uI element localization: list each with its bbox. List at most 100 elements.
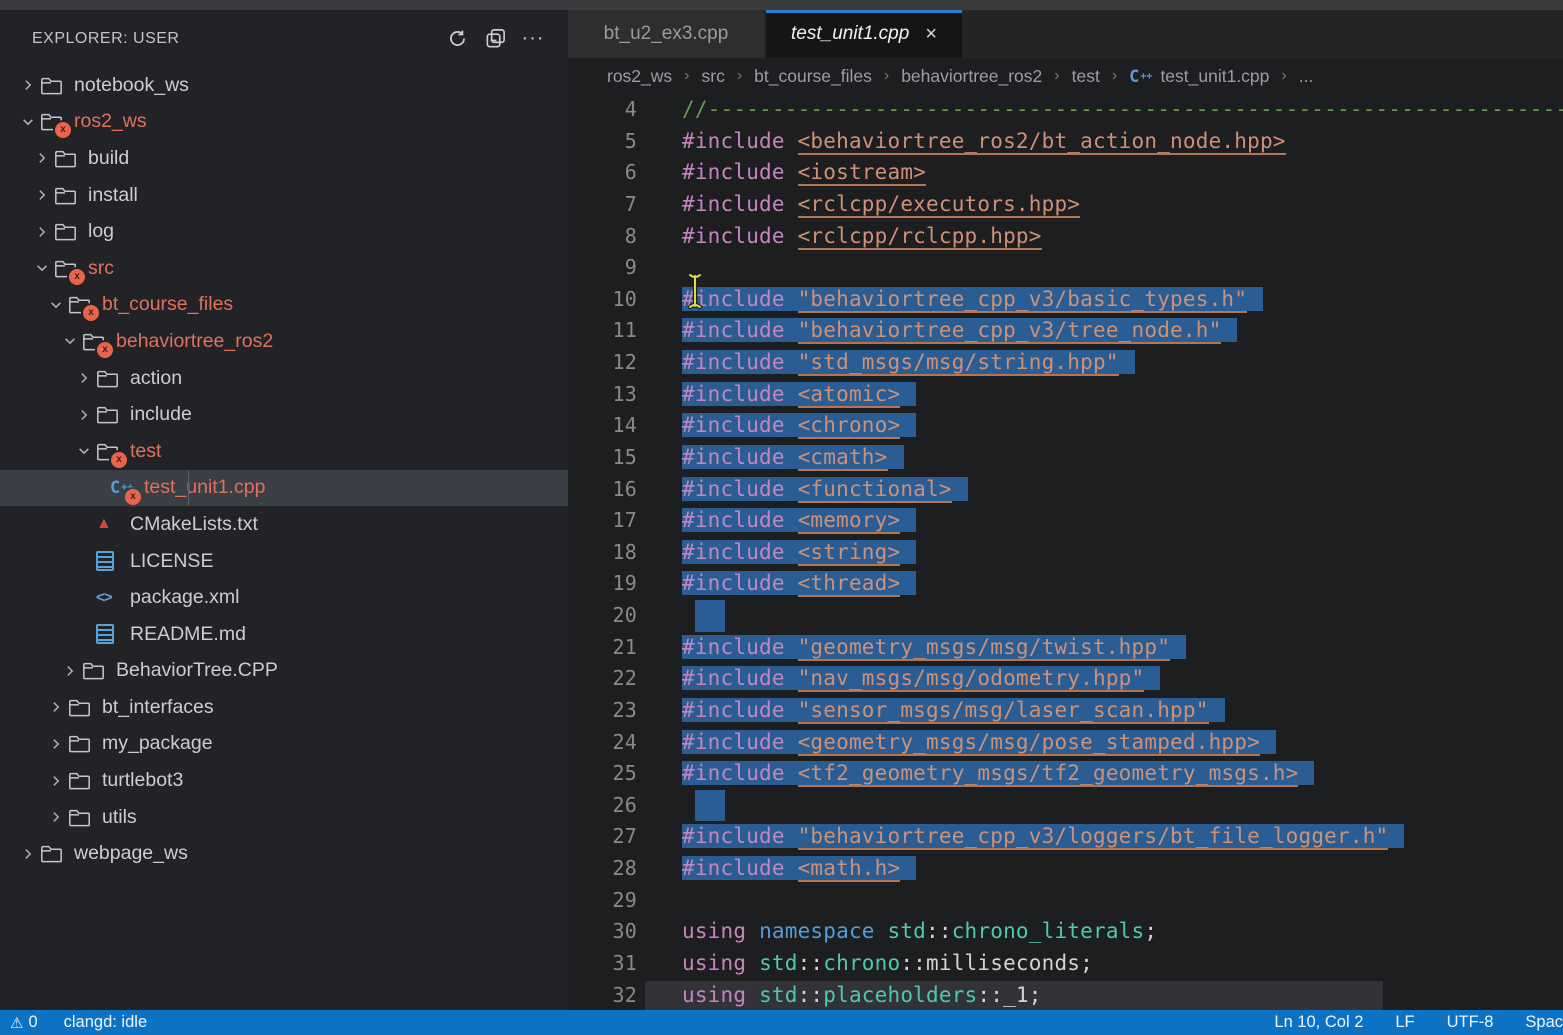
code-line-12[interactable]: 12#include "std_msgs/msg/string.hpp"	[568, 347, 1563, 379]
code-line-9[interactable]: 9	[568, 252, 1563, 284]
breadcrumb-item-test[interactable]: test	[1072, 66, 1100, 87]
code-line-15[interactable]: 15#include <cmath>	[568, 442, 1563, 474]
code-token: <tf2_geometry_msgs/tf2_geometry_msgs.h>	[798, 761, 1299, 787]
chevron-right-icon[interactable]	[30, 225, 54, 239]
chevron-right-icon[interactable]	[44, 810, 68, 824]
code-line-11[interactable]: 11#include "behaviortree_cpp_v3/tree_nod…	[568, 315, 1563, 347]
chevron-down-icon[interactable]	[16, 115, 40, 129]
tree-item-log[interactable]: log	[0, 213, 568, 250]
chevron-down-icon[interactable]	[30, 261, 54, 275]
code-editor[interactable]: 4//-------------------------------------…	[568, 94, 1563, 1010]
tree-item-package-xml[interactable]: <>package.xml	[0, 579, 568, 616]
status-item-utf-8[interactable]: UTF-8	[1447, 1013, 1494, 1032]
chevron-right-icon[interactable]	[72, 371, 96, 385]
tree-item-cmakelists-txt[interactable]: ▲CMakeLists.txt	[0, 506, 568, 543]
code-line-13[interactable]: 13#include <atomic>	[568, 379, 1563, 411]
tree-item-utils[interactable]: utils	[0, 799, 568, 836]
tree-item-action[interactable]: action	[0, 360, 568, 397]
breadcrumb-item-behaviortree-ros2[interactable]: behaviortree_ros2	[901, 66, 1042, 87]
tree-item-test[interactable]: xtest	[0, 433, 568, 470]
code-line-4[interactable]: 4//-------------------------------------…	[568, 94, 1563, 126]
code-line-26[interactable]: 26	[568, 790, 1563, 822]
chevron-right-icon[interactable]	[72, 408, 96, 422]
code-line-17[interactable]: 17#include <memory>	[568, 505, 1563, 537]
close-icon[interactable]: ×	[925, 23, 937, 46]
breadcrumb-overflow[interactable]: ...	[1299, 66, 1314, 87]
code-line-21[interactable]: 21#include "geometry_msgs/msg/twist.hpp"	[568, 632, 1563, 664]
code-line-8[interactable]: 8#include <rclcpp/rclcpp.hpp>	[568, 221, 1563, 253]
problems-indicator[interactable]: ⚠ 0	[10, 1013, 38, 1032]
code-line-5[interactable]: 5#include <behaviortree_ros2/bt_action_n…	[568, 126, 1563, 158]
chevron-down-icon[interactable]	[58, 334, 82, 348]
tree-item-install[interactable]: install	[0, 177, 568, 214]
code-line-16[interactable]: 16#include <functional>	[568, 474, 1563, 506]
code-line-31[interactable]: 31using std::chrono::milliseconds;	[568, 948, 1563, 980]
chevron-right-icon[interactable]	[44, 774, 68, 788]
cpp-file-icon: C++x	[110, 478, 142, 498]
explorer-header: EXPLORER: USER ···	[0, 10, 568, 67]
clangd-status[interactable]: clangd: idle	[64, 1013, 147, 1032]
breadcrumb-item-ros2-ws[interactable]: ros2_ws	[607, 66, 672, 87]
tab-test-unit1-cpp[interactable]: test_unit1.cpp×	[766, 10, 962, 58]
tree-item-webpage-ws[interactable]: webpage_ws	[0, 835, 568, 872]
chevron-right-icon[interactable]	[30, 151, 54, 165]
chevron-right-icon[interactable]	[44, 700, 68, 714]
code-line-22[interactable]: 22#include "nav_msgs/msg/odometry.hpp"	[568, 663, 1563, 695]
breadcrumb-item-bt-course-files[interactable]: bt_course_files	[754, 66, 872, 87]
status-item-ln-10-col-2[interactable]: Ln 10, Col 2	[1274, 1013, 1363, 1032]
code-line-28[interactable]: 28#include <math.h>	[568, 853, 1563, 885]
folder-icon	[54, 222, 86, 241]
tree-item-turtlebot3[interactable]: turtlebot3	[0, 762, 568, 799]
code-line-14[interactable]: 14#include <chrono>	[568, 410, 1563, 442]
code-token: #include	[682, 192, 798, 216]
code-line-10[interactable]: 10#include "behaviortree_cpp_v3/basic_ty…	[568, 284, 1563, 316]
breadcrumb-item-test-unit1-cpp[interactable]: C++test_unit1.cpp	[1129, 66, 1269, 87]
chevron-right-icon[interactable]	[44, 737, 68, 751]
status-right: Ln 10, Col 2 LF UTF-8 Spac	[1242, 1013, 1563, 1032]
tree-item-bt-interfaces[interactable]: bt_interfaces	[0, 689, 568, 726]
tree-item-readme-md[interactable]: README.md	[0, 616, 568, 653]
collapse-folders-icon[interactable]	[480, 26, 510, 52]
code-line-6[interactable]: 6#include <iostream>	[568, 157, 1563, 189]
breadcrumb-item-src[interactable]: src	[702, 66, 725, 87]
code-line-32[interactable]: 32using std::placeholders::_1;	[568, 980, 1563, 1011]
code-line-27[interactable]: 27#include "behaviortree_cpp_v3/loggers/…	[568, 821, 1563, 853]
tree-item-license[interactable]: LICENSE	[0, 543, 568, 580]
chevron-right-icon[interactable]	[16, 847, 40, 861]
folder-icon: x	[68, 295, 100, 314]
code-line-29[interactable]: 29	[568, 885, 1563, 917]
code-text: #include <behaviortree_ros2/bt_action_no…	[682, 126, 1286, 158]
file-tree: notebook_wsxros2_wsbuildinstalllogxsrcxb…	[0, 67, 568, 872]
tree-item-src[interactable]: xsrc	[0, 250, 568, 287]
refresh-icon[interactable]	[442, 26, 472, 52]
tree-item-build[interactable]: build	[0, 140, 568, 177]
tree-item-include[interactable]: include	[0, 396, 568, 433]
status-item-lf[interactable]: LF	[1395, 1013, 1414, 1032]
tab-bt-u2-ex3-cpp[interactable]: bt_u2_ex3.cpp	[568, 10, 764, 58]
code-line-23[interactable]: 23#include "sensor_msgs/msg/laser_scan.h…	[568, 695, 1563, 727]
tree-item-my-package[interactable]: my_package	[0, 726, 568, 763]
code-line-30[interactable]: 30using namespace std::chrono_literals;	[568, 916, 1563, 948]
tree-item-behaviortree-ros2[interactable]: xbehaviortree_ros2	[0, 323, 568, 360]
code-line-7[interactable]: 7#include <rclcpp/executors.hpp>	[568, 189, 1563, 221]
code-line-24[interactable]: 24#include <geometry_msgs/msg/pose_stamp…	[568, 727, 1563, 759]
tree-item-test-unit1-cpp[interactable]: C++xtest_unit1.cpp	[0, 470, 568, 507]
code-token: chrono	[823, 951, 900, 975]
tree-item-behaviortree-cpp[interactable]: BehaviorTree.CPP	[0, 653, 568, 690]
tree-item-ros2-ws[interactable]: xros2_ws	[0, 104, 568, 141]
chevron-right-icon[interactable]	[58, 664, 82, 678]
chevron-down-icon[interactable]	[44, 298, 68, 312]
status-item-spac[interactable]: Spac	[1525, 1013, 1563, 1032]
tree-item-notebook-ws[interactable]: notebook_ws	[0, 67, 568, 104]
code-line-20[interactable]: 20	[568, 600, 1563, 632]
chevron-right-icon: ›	[737, 67, 742, 85]
more-actions-icon[interactable]: ···	[518, 26, 548, 52]
code-line-18[interactable]: 18#include <string>	[568, 537, 1563, 569]
chevron-right-icon[interactable]	[30, 188, 54, 202]
code-token: using	[682, 951, 759, 975]
code-line-25[interactable]: 25#include <tf2_geometry_msgs/tf2_geomet…	[568, 758, 1563, 790]
tree-item-bt-course-files[interactable]: xbt_course_files	[0, 287, 568, 324]
chevron-right-icon[interactable]	[16, 78, 40, 92]
code-line-19[interactable]: 19#include <thread>	[568, 568, 1563, 600]
chevron-down-icon[interactable]	[72, 444, 96, 458]
